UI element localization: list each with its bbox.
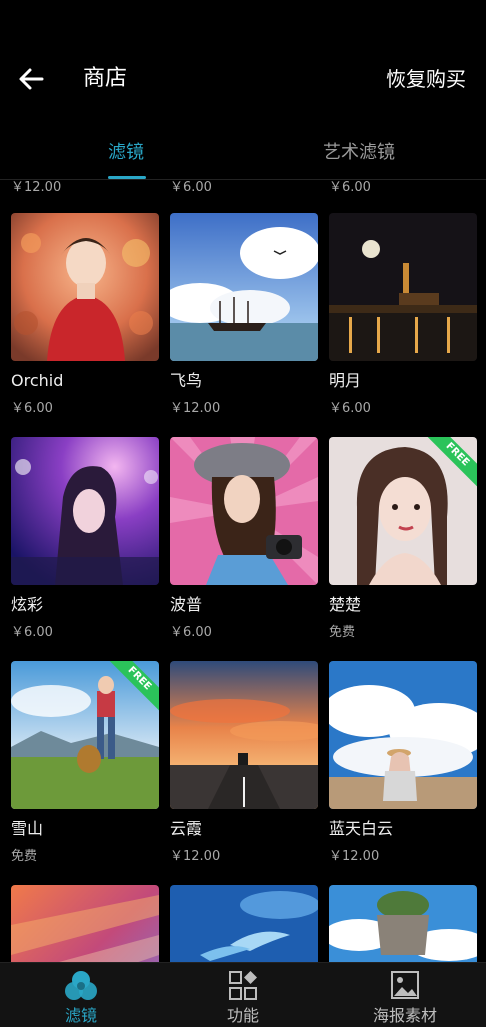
filter-name: 飞鸟: [170, 371, 203, 390]
nav-label: 功能: [226, 1006, 259, 1025]
filter-price: ￥12.00: [170, 401, 221, 416]
filter-thumbnail: [11, 885, 159, 962]
tab-bar: 滤镜 艺术滤镜: [0, 130, 486, 180]
back-button[interactable]: [14, 62, 48, 96]
filter-thumbnail: [170, 661, 318, 809]
filter-name: 波普: [170, 595, 203, 614]
filter-name: Orchid: [11, 371, 64, 390]
filter-name: 雪山: [11, 819, 44, 838]
filter-price: ￥6.00: [11, 625, 53, 640]
app-header: 商店 恢复购买: [0, 0, 486, 130]
nav-label: 滤镜: [64, 1006, 97, 1025]
filter-thumbnail: [170, 213, 318, 361]
filter-name: 蓝天白云: [329, 819, 394, 838]
filter-price: ￥6.00: [170, 625, 212, 640]
filter-price: 免费: [329, 625, 356, 640]
filter-grid-scroll[interactable]: ￥12.00 ￥6.00 ￥6.00 Orchid ￥6.00 飞鸟 ￥12.0…: [0, 180, 486, 962]
page-title: 商店: [83, 66, 128, 91]
filter-name: 云霞: [170, 819, 203, 838]
filter-price: 免费: [11, 849, 38, 864]
nav-functions[interactable]: 功能: [162, 963, 324, 1027]
tab-filters[interactable]: 滤镜: [108, 140, 144, 166]
filter-price: ￥12.00: [329, 849, 380, 864]
filter-name: 楚楚: [329, 595, 362, 614]
price-label: ￥6.00: [329, 180, 371, 195]
filter-thumbnail: [11, 213, 159, 361]
price-label: ￥6.00: [170, 180, 212, 195]
filter-thumbnail: [11, 437, 159, 585]
nav-poster-materials[interactable]: 海报素材: [324, 963, 486, 1027]
tab-active-indicator: [108, 176, 146, 179]
filter-price: ￥12.00: [170, 849, 221, 864]
filter-thumbnail: [329, 213, 477, 361]
poster-image-icon: [391, 971, 419, 999]
bottom-navigation: 滤镜 功能 海报素材: [0, 962, 486, 1027]
back-arrow-icon: [19, 68, 44, 90]
nav-filters[interactable]: 滤镜: [0, 963, 162, 1027]
filter-thumbnail: [329, 885, 477, 962]
tab-art-filters[interactable]: 艺术滤镜: [323, 140, 395, 166]
filter-name: 明月: [329, 371, 362, 390]
partial-price-row: ￥12.00 ￥6.00 ￥6.00: [0, 180, 486, 198]
nav-label: 海报素材: [372, 1006, 437, 1025]
filter-thumbnail: [329, 661, 477, 809]
filter-price: ￥6.00: [11, 401, 53, 416]
filter-name: 炫彩: [11, 595, 44, 614]
free-badge: FREE: [425, 437, 477, 489]
price-label: ￥12.00: [11, 180, 62, 195]
function-grid-icon: [229, 971, 257, 1000]
filter-price: ￥6.00: [329, 401, 371, 416]
filter-circles-icon: [65, 971, 97, 1000]
free-badge: FREE: [107, 661, 159, 713]
filter-thumbnail: [170, 885, 318, 962]
filter-thumbnail: [170, 437, 318, 585]
restore-purchase-button[interactable]: 恢复购买: [386, 64, 466, 94]
